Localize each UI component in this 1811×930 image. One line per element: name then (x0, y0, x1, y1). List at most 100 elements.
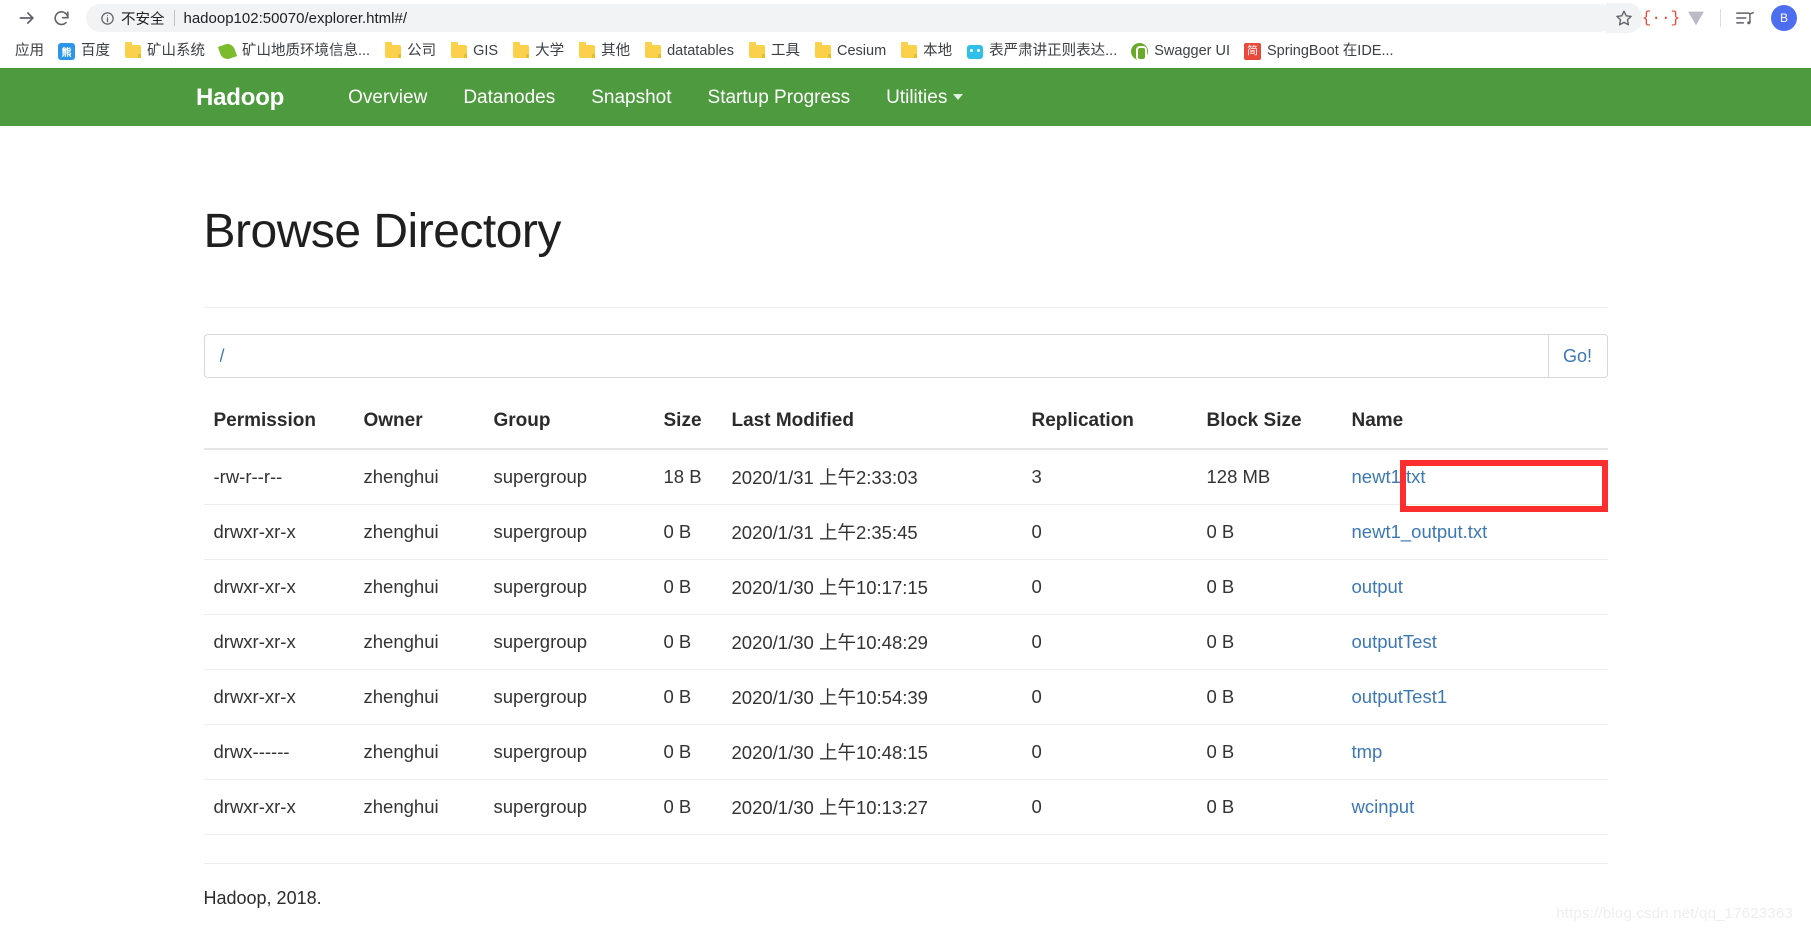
cell-name: outputTest (1351, 614, 1608, 670)
nav-links: Overview Datanodes Snapshot Startup Prog… (330, 69, 981, 127)
cell-last-modified: 2020/1/31 上午2:33:03 (731, 449, 1032, 505)
file-link[interactable]: wcinput (1352, 796, 1415, 817)
bookmark-label: 百度 (81, 43, 110, 60)
bookmark-folder-company[interactable]: 公司 (377, 39, 443, 65)
bookmark-folder-cesium[interactable]: Cesium (807, 39, 893, 65)
column-header-name[interactable]: Name (1351, 404, 1608, 450)
back-arrow-icon[interactable] (10, 1, 44, 35)
extension-icons: {··} B (1642, 5, 1801, 31)
cell-name: wcinput (1351, 779, 1608, 835)
cell-name: newt1.txt (1351, 449, 1608, 505)
tv-icon (966, 43, 983, 60)
bookmark-label: 公司 (407, 43, 437, 60)
cell-owner: zhenghui (363, 779, 494, 835)
file-table-wrapper: Permission Owner Group Size Last Modifie… (203, 404, 1608, 835)
cell-owner: zhenghui (363, 449, 494, 505)
file-link[interactable]: output (1352, 576, 1403, 597)
bookmark-swagger-ui[interactable]: Swagger UI (1124, 39, 1237, 65)
info-circle-icon[interactable] (100, 11, 115, 26)
cell-owner: zhenghui (363, 614, 494, 670)
folder-icon (814, 42, 831, 60)
cell-owner: zhenghui (363, 669, 494, 725)
nav-link-snapshot[interactable]: Snapshot (573, 69, 689, 127)
bookmark-label: 矿山地质环境信息... (242, 43, 371, 60)
nav-link-startup-progress[interactable]: Startup Progress (690, 69, 869, 127)
cell-block-size: 0 B (1206, 614, 1352, 670)
cell-permission: drwxr-xr-x (203, 504, 364, 560)
browser-toolbar: 不安全 hadoop102:50070/explorer.html#/ {··} (0, 0, 1811, 36)
bookmark-regex-article[interactable]: 表严肃讲正则表达... (959, 39, 1124, 65)
cell-group: supergroup (493, 669, 664, 725)
chevron-down-icon (953, 94, 964, 101)
column-header-owner[interactable]: Owner (363, 404, 494, 450)
brand-hadoop[interactable]: Hadoop (196, 84, 284, 112)
star-icon[interactable] (1606, 3, 1642, 33)
file-link[interactable]: newt1.txt (1352, 466, 1426, 487)
column-header-block-size[interactable]: Block Size (1206, 404, 1352, 450)
cell-group: supergroup (493, 724, 664, 780)
bookmark-label: 应用 (15, 43, 44, 60)
reading-list-icon[interactable] (1734, 7, 1756, 29)
leaf-icon (217, 41, 238, 62)
path-search-row: Go! (203, 334, 1608, 378)
nav-link-utilities[interactable]: Utilities (868, 69, 981, 127)
file-link[interactable]: tmp (1352, 741, 1383, 762)
go-button[interactable]: Go! (1547, 334, 1608, 378)
table-row: drwxr-xr-x zhenghui supergroup 0 B 2020/… (203, 559, 1608, 615)
nav-link-utilities-label: Utilities (886, 86, 948, 108)
file-link[interactable]: outputTest (1352, 631, 1437, 652)
cell-replication: 0 (1031, 614, 1207, 670)
file-link[interactable]: outputTest1 (1352, 686, 1448, 707)
cell-last-modified: 2020/1/30 上午10:17:15 (731, 559, 1032, 615)
bookmark-folder-mining-system[interactable]: 矿山系统 (117, 39, 212, 65)
toolbar-divider (1720, 9, 1721, 27)
json-formatter-icon[interactable]: {··} (1642, 7, 1680, 29)
bookmark-folder-datatables[interactable]: datatables (637, 39, 741, 65)
nav-link-datanodes[interactable]: Datanodes (445, 69, 573, 127)
reload-icon[interactable] (44, 1, 78, 35)
table-row: drwx------ zhenghui supergroup 0 B 2020/… (203, 724, 1608, 780)
column-header-replication[interactable]: Replication (1031, 404, 1207, 450)
url-text[interactable]: hadoop102:50070/explorer.html#/ (184, 10, 408, 27)
column-header-last-modified[interactable]: Last Modified (731, 404, 1032, 450)
cell-permission: drwxr-xr-x (203, 779, 364, 835)
bookmark-label: 矿山系统 (147, 43, 205, 60)
cell-size: 0 B (663, 779, 732, 835)
column-header-group[interactable]: Group (493, 404, 664, 450)
bookmark-folder-tools[interactable]: 工具 (741, 39, 807, 65)
column-header-permission[interactable]: Permission (203, 404, 364, 450)
cell-group: supergroup (493, 779, 664, 835)
nav-link-overview[interactable]: Overview (330, 69, 445, 127)
cell-permission: -rw-r--r-- (203, 449, 364, 505)
bookmark-mining-geo-env[interactable]: 矿山地质环境信息... (212, 39, 377, 65)
vue-devtools-icon[interactable] (1685, 7, 1707, 29)
cell-permission: drwx------ (203, 724, 364, 780)
cell-last-modified: 2020/1/31 上午2:35:45 (731, 504, 1032, 560)
bookmark-baidu[interactable]: 熊 百度 (51, 39, 117, 65)
avatar[interactable]: B (1771, 5, 1797, 31)
cell-size: 0 B (663, 504, 732, 560)
cell-last-modified: 2020/1/30 上午10:48:29 (731, 614, 1032, 670)
cell-group: supergroup (493, 614, 664, 670)
bookmark-folder-gis[interactable]: GIS (443, 39, 505, 65)
folder-icon (900, 42, 917, 60)
cell-owner: zhenghui (363, 559, 494, 615)
folder-icon (124, 42, 141, 60)
table-row: drwxr-xr-x zhenghui supergroup 0 B 2020/… (203, 504, 1608, 560)
footer-text: Hadoop, 2018. (203, 888, 322, 908)
title-divider (203, 307, 1608, 308)
path-input[interactable] (203, 334, 1548, 378)
bookmark-folder-local[interactable]: 本地 (893, 39, 959, 65)
file-link-highlighted[interactable]: newt1_output.txt (1352, 521, 1488, 542)
page-content: Hadoop Overview Datanodes Snapshot Start… (0, 68, 1811, 909)
column-header-size[interactable]: Size (663, 404, 732, 450)
cell-replication: 0 (1031, 669, 1207, 725)
baidu-icon: 熊 (58, 43, 75, 60)
bookmark-folder-university[interactable]: 大学 (505, 39, 571, 65)
bookmark-springboot-ide[interactable]: 简 SpringBoot 在IDE... (1237, 39, 1401, 65)
address-bar[interactable]: 不安全 hadoop102:50070/explorer.html#/ (86, 4, 1614, 32)
jianshu-icon: 简 (1244, 43, 1262, 60)
table-header-row: Permission Owner Group Size Last Modifie… (203, 404, 1608, 450)
bookmark-apps[interactable]: 应用 (8, 39, 51, 65)
bookmark-folder-other[interactable]: 其他 (571, 39, 637, 65)
